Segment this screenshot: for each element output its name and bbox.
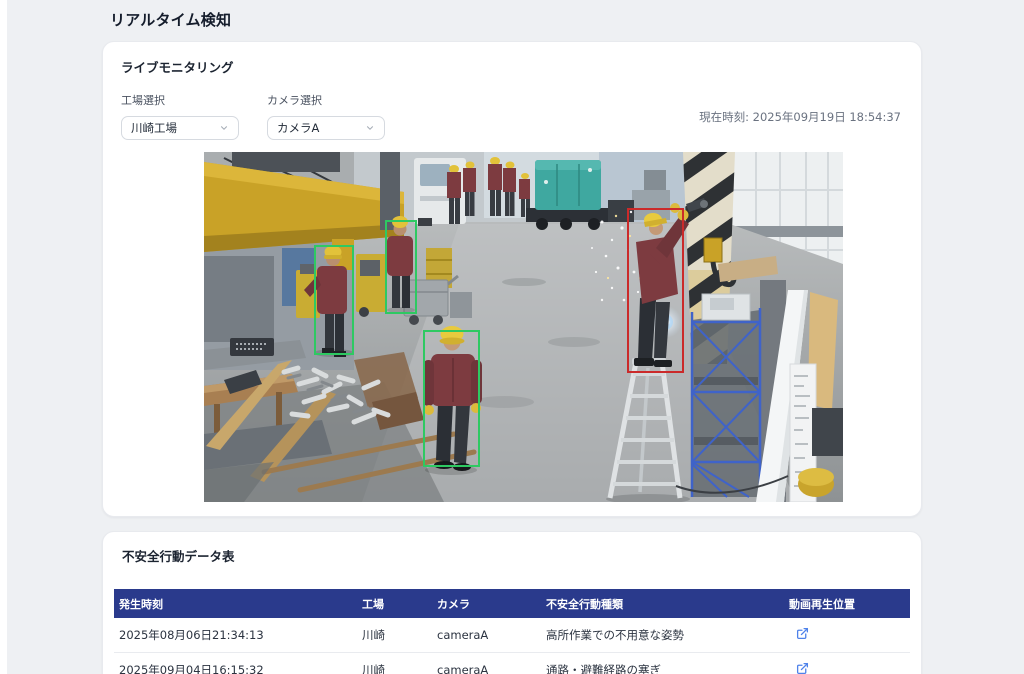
cell-factory: 川崎 <box>357 662 432 674</box>
table-row: 2025年09月04日16:15:32川崎cameraA通路・避難経路の塞ぎ <box>114 653 910 674</box>
cell-time: 2025年09月04日16:15:32 <box>114 662 357 674</box>
factory-select-label: 工場選択 <box>121 92 239 108</box>
page-left-edge <box>0 0 7 674</box>
table-row: 2025年08月06日21:34:13川崎cameraA高所作業での不用意な姿勢 <box>114 618 910 653</box>
detection-box-worker-on-ladder <box>627 208 684 373</box>
main-content: リアルタイム検知 ライブモニタリング 工場選択 川崎工場 カメラ選択 <box>102 0 922 674</box>
unsafe-behavior-table-card: 不安全行動データ表 発生時刻工場カメラ不安全行動種類動画再生位置 2025年08… <box>102 531 922 674</box>
column-header-2: カメラ <box>432 596 541 612</box>
monitor-card-title: ライブモニタリング <box>121 57 903 76</box>
detection-box-worker-walking <box>423 330 480 467</box>
cell-camera: cameraA <box>432 663 541 674</box>
current-time: 現在時刻: 2025年09月19日 18:54:37 <box>699 109 901 125</box>
video-playback-link external-link-icon[interactable] <box>796 627 809 640</box>
video-playback-link external-link-icon[interactable] <box>796 662 809 674</box>
table-body: 2025年08月06日21:34:13川崎cameraA高所作業での不用意な姿勢… <box>114 618 910 674</box>
cell-video-link <box>784 662 910 674</box>
camera-select[interactable]: カメラA <box>267 116 385 140</box>
factory-select[interactable]: 川崎工場 <box>121 116 239 140</box>
column-header-1: 工場 <box>357 596 432 612</box>
live-monitoring-card: ライブモニタリング 工場選択 川崎工場 カメラ選択 カメラA <box>102 41 922 517</box>
factory-select-field: 工場選択 川崎工場 <box>121 92 239 140</box>
detection-box-worker-background <box>385 220 417 314</box>
page-title: リアルタイム検知 <box>110 9 922 30</box>
camera-select-value: カメラA <box>277 120 319 136</box>
cell-type: 通路・避難経路の塞ぎ <box>541 662 784 674</box>
table-header-row: 発生時刻工場カメラ不安全行動種類動画再生位置 <box>114 589 910 618</box>
cell-camera: cameraA <box>432 628 541 642</box>
column-header-0: 発生時刻 <box>114 596 357 612</box>
cell-type: 高所作業での不用意な姿勢 <box>541 627 784 643</box>
monitor-controls: 工場選択 川崎工場 カメラ選択 カメラA <box>121 92 903 140</box>
cell-video-link <box>784 627 910 643</box>
cell-factory: 川崎 <box>357 627 432 643</box>
column-header-4: 動画再生位置 <box>784 596 910 612</box>
cell-time: 2025年08月06日21:34:13 <box>114 627 357 643</box>
camera-feed <box>204 152 843 502</box>
factory-scene <box>204 152 843 502</box>
blue-rack <box>692 294 760 497</box>
table-card-title: 不安全行動データ表 <box>122 546 910 565</box>
chevron-down-icon <box>365 123 375 133</box>
column-header-3: 不安全行動種類 <box>541 596 784 612</box>
factory-select-value: 川崎工場 <box>131 120 177 136</box>
camera-select-field: カメラ選択 カメラA <box>267 92 385 140</box>
unsafe-behavior-table: 発生時刻工場カメラ不安全行動種類動画再生位置 2025年08月06日21:34:… <box>114 589 910 674</box>
detection-box-worker-at-bench <box>314 245 354 355</box>
camera-select-label: カメラ選択 <box>267 92 385 108</box>
chevron-down-icon <box>219 123 229 133</box>
